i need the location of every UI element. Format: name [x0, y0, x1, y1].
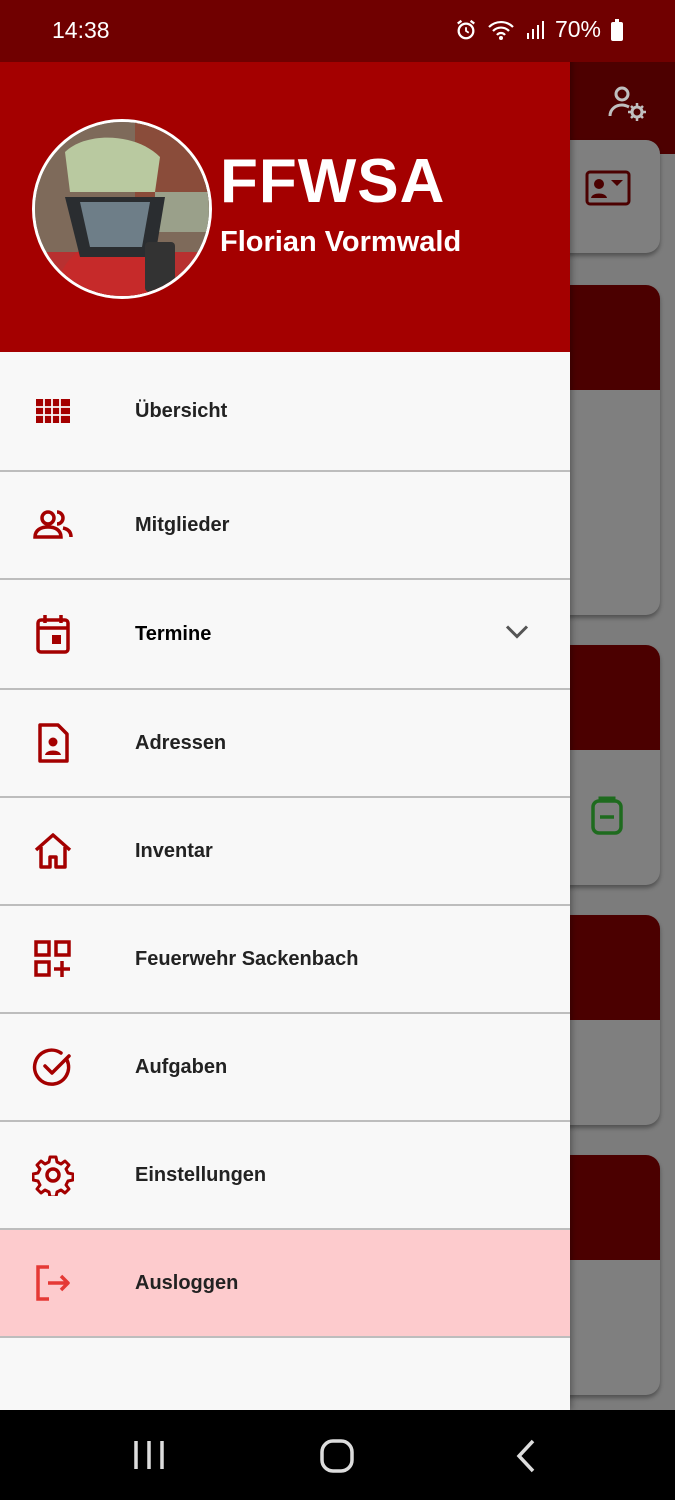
- backpack-icon: [590, 795, 624, 840]
- drawer-item-label: Ausloggen: [135, 1271, 239, 1294]
- account-settings-icon[interactable]: [608, 84, 648, 129]
- drawer-item-label: Einstellungen: [135, 1163, 267, 1186]
- logout-icon: [32, 1262, 74, 1304]
- drawer-item-label: Adressen: [135, 731, 227, 754]
- alarm-icon: [455, 19, 477, 41]
- drawer-item-feuerwehr-sackenbach[interactable]: Feuerwehr Sackenbach: [0, 906, 570, 1014]
- drawer-item-ausloggen[interactable]: Ausloggen: [0, 1230, 570, 1338]
- drawer-menu: Übersicht Mitglieder Termine Adressen In…: [0, 352, 570, 1338]
- drawer-item-label: Feuerwehr Sackenbach: [135, 947, 359, 970]
- recent-apps-icon[interactable]: [133, 1438, 165, 1477]
- add-widget-icon: [32, 938, 74, 980]
- battery-icon: [611, 18, 623, 41]
- user-name: Florian Vormwald: [220, 226, 462, 258]
- navigation-drawer: FFWSA Florian Vormwald Übersicht Mitglie…: [0, 50, 570, 1410]
- drawer-header: FFWSA Florian Vormwald: [0, 50, 570, 352]
- battery-text: 70%: [554, 16, 601, 42]
- org-name: FFWSA: [220, 147, 446, 216]
- drawer-item-label: Inventar: [135, 839, 213, 862]
- drawer-item-einstellungen[interactable]: Einstellungen: [0, 1122, 570, 1230]
- wifi-icon: [487, 19, 515, 41]
- grid-icon: [32, 390, 74, 432]
- status-bar: 14:38 70%: [0, 0, 675, 62]
- home-button-icon[interactable]: [319, 1438, 355, 1479]
- drawer-item-aufgaben[interactable]: Aufgaben: [0, 1014, 570, 1122]
- chevron-down-icon[interactable]: [503, 623, 531, 646]
- contact-card-icon: [585, 170, 631, 211]
- check-circle-icon: [32, 1046, 74, 1088]
- drawer-item-label: Aufgaben: [135, 1055, 228, 1078]
- calendar-icon: [32, 613, 74, 655]
- drawer-item-label: Mitglieder: [135, 513, 230, 536]
- signal-icon: [525, 20, 545, 40]
- avatar[interactable]: [32, 119, 212, 299]
- system-nav-bar: [0, 1410, 675, 1500]
- drawer-item-label: Übersicht: [135, 399, 228, 422]
- drawer-item-termine[interactable]: Termine: [0, 580, 570, 690]
- people-icon: [32, 504, 74, 546]
- drawer-item-inventar[interactable]: Inventar: [0, 798, 570, 906]
- status-time: 14:38: [52, 17, 110, 43]
- home-icon: [32, 830, 74, 872]
- contact-file-icon: [32, 722, 74, 764]
- drawer-item-uebersicht[interactable]: Übersicht: [0, 352, 570, 472]
- back-icon[interactable]: [514, 1438, 538, 1479]
- gear-icon: [32, 1154, 74, 1196]
- drawer-item-adressen[interactable]: Adressen: [0, 690, 570, 798]
- drawer-item-mitglieder[interactable]: Mitglieder: [0, 472, 570, 580]
- drawer-item-label: Termine: [135, 622, 212, 645]
